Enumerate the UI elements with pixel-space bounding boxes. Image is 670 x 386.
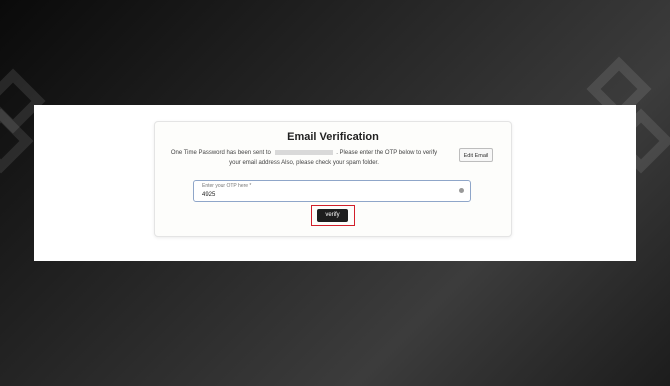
verify-button[interactable]: verify — [317, 208, 348, 222]
content-panel: Email Verification One Time Password has… — [34, 105, 636, 261]
email-verification-card: Email Verification One Time Password has… — [154, 121, 512, 237]
otp-input-value[interactable]: 4925 — [202, 192, 215, 198]
otp-input-label: Enter your OTP here * — [202, 183, 252, 189]
message-before-email: One Time Password has been sent to — [170, 150, 271, 156]
page-title: Email Verification — [287, 131, 379, 143]
edit-email-button[interactable]: Edit Email — [459, 148, 493, 162]
otp-sent-message: One Time Password has been sent to . Ple… — [165, 148, 443, 168]
otp-input-field[interactable]: Enter your OTP here * 4925 — [193, 180, 471, 202]
input-status-icon — [459, 188, 464, 193]
verify-button-highlight: verify — [311, 205, 355, 226]
redacted-email — [274, 149, 333, 155]
